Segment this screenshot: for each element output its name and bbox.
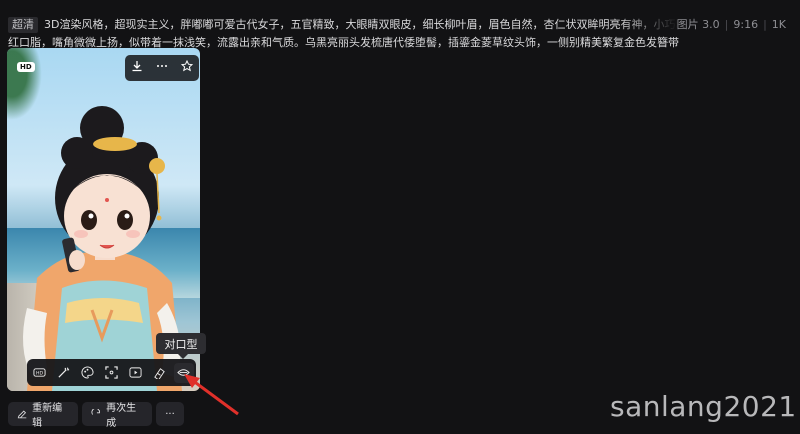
crop-icon[interactable]	[101, 363, 121, 383]
image-edit-toolbar: HD	[27, 359, 196, 386]
reedit-button[interactable]: 重新编辑	[8, 402, 78, 429]
regenerate-button[interactable]: 再次生成	[82, 402, 152, 429]
quality-badge: 超清	[8, 17, 38, 33]
more-icon[interactable]	[152, 60, 172, 76]
regenerate-label: 再次生成	[106, 403, 137, 429]
lip-sync-tooltip: 对口型	[156, 333, 206, 359]
hd-badge: HD	[17, 62, 35, 72]
meta-ratio: 9:16	[733, 18, 759, 31]
watermark: sanlang2021	[610, 390, 797, 423]
annotation-arrow	[184, 374, 239, 416]
prompt-line-1-text: 3D渲染风格，超现实主义，胖嘟嘟可爱古代女子，五官精致，大眼睛双眼皮，细长柳叶眉…	[44, 18, 678, 31]
download-icon[interactable]	[127, 60, 147, 76]
generation-meta: 图片 3.0 | 9:16 | 1K	[676, 18, 786, 31]
eraser-icon[interactable]	[150, 363, 170, 383]
meta-resolution: 1K	[771, 18, 786, 31]
text-fade	[618, 16, 678, 34]
image-top-actions	[125, 55, 199, 81]
prompt-text: 超清 3D渲染风格，超现实主义，胖嘟嘟可爱古代女子，五官精致，大眼睛双眼皮，细长柳…	[8, 16, 792, 52]
svg-text:HD: HD	[36, 371, 43, 377]
reedit-label: 重新编辑	[32, 403, 63, 429]
palette-icon[interactable]	[77, 363, 97, 383]
star-icon[interactable]	[177, 59, 197, 76]
prompt-line-1: 超清 3D渲染风格，超现实主义，胖嘟嘟可爱古代女子，五官精致，大眼睛双眼皮，细长柳…	[8, 16, 678, 34]
meta-type: 图片 3.0	[676, 18, 720, 31]
more-options-button[interactable]: ···	[156, 402, 184, 426]
edit-icon	[17, 410, 27, 418]
magic-wand-icon[interactable]	[53, 363, 73, 383]
hd-icon[interactable]: HD	[29, 363, 49, 383]
more-options-label: ···	[165, 408, 175, 420]
refresh-icon	[91, 408, 100, 415]
play-icon[interactable]	[126, 363, 146, 383]
